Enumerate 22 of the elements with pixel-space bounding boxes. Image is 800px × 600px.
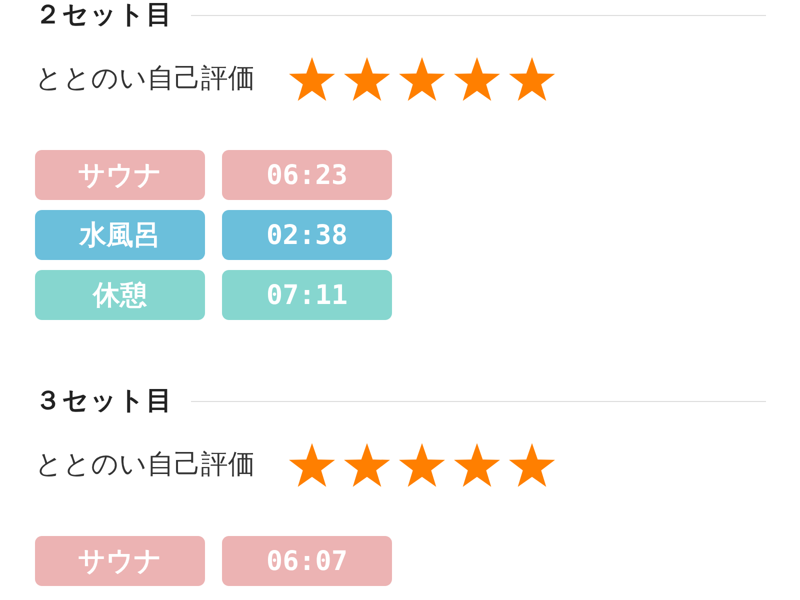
star-icon xyxy=(509,443,555,487)
star-icon xyxy=(509,57,555,101)
star-icon xyxy=(344,443,390,487)
star-icon xyxy=(289,443,335,487)
set-heading: ２セット目 xyxy=(35,0,173,30)
phase-name-tag: サウナ xyxy=(35,150,205,200)
star-icon xyxy=(399,443,445,487)
phase-time-tag: 06:07 xyxy=(222,536,392,586)
star-icon xyxy=(454,57,500,101)
star-icon xyxy=(289,57,335,101)
set-heading: ３セット目 xyxy=(35,386,173,416)
phase-name-tag: サウナ xyxy=(35,536,205,586)
phase-time-tag: 07:11 xyxy=(222,270,392,320)
phase-name-tag: 水風呂 xyxy=(35,210,205,260)
star-icon xyxy=(399,57,445,101)
star-icon xyxy=(344,57,390,101)
rating-label: ととのい自己評価 xyxy=(35,448,255,482)
rating-label: ととのい自己評価 xyxy=(35,62,255,96)
phase-name-tag: 休憩 xyxy=(35,270,205,320)
star-icon xyxy=(454,443,500,487)
phase-time-tag: 02:38 xyxy=(222,210,392,260)
phase-time-tag: 06:23 xyxy=(222,150,392,200)
